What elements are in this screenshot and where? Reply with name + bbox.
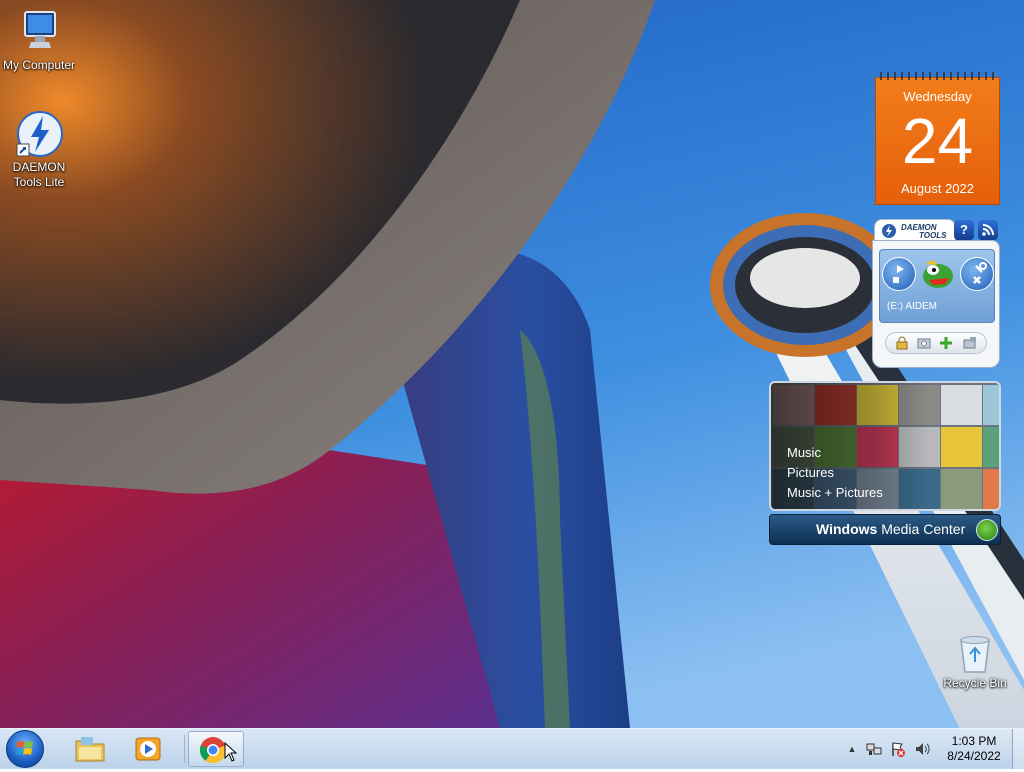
lock-button[interactable]: [894, 336, 910, 350]
desktop-icon-daemon-tools[interactable]: DAEMON Tools Lite: [0, 110, 78, 190]
plus-icon: [940, 337, 952, 349]
rss-button[interactable]: [978, 220, 998, 240]
settings-eject-button[interactable]: [960, 257, 994, 291]
add-drive-button[interactable]: [938, 336, 954, 350]
daemon-tools-icon: [15, 110, 63, 158]
network-icon[interactable]: [866, 741, 882, 757]
clock-time: 1:03 PM: [951, 734, 997, 748]
taskbar-file-explorer[interactable]: [62, 731, 118, 767]
image-catalog-button[interactable]: [916, 336, 932, 350]
wmc-menu-music-pictures[interactable]: Music + Pictures: [787, 485, 883, 500]
daemon-logo-text: DAEMON TOOLS: [901, 223, 947, 240]
action-center-flag-icon[interactable]: [890, 741, 906, 757]
wmc-title: Windows Media Center: [816, 521, 966, 537]
calendar-day-number: 24: [901, 105, 974, 177]
recycle-bin-icon: [955, 632, 995, 674]
desktop-icon-label: DAEMON Tools Lite: [12, 160, 66, 189]
system-clock[interactable]: 1:03 PM 8/24/2022: [934, 734, 1014, 764]
volume-icon[interactable]: [914, 741, 930, 757]
calendar-page: Wednesday 24 August 2022: [875, 77, 1000, 205]
daemon-virtual-drive: (E:) AIDEM: [879, 249, 995, 323]
virtual-drive-label: (E:) AIDEM: [887, 301, 938, 312]
daemon-toolbar: [885, 332, 987, 354]
drive-image-icon: [917, 338, 931, 349]
daemon-mascot-icon: [919, 256, 957, 292]
show-desktop-button[interactable]: [1012, 729, 1024, 769]
remove-drive-button[interactable]: [962, 336, 978, 350]
media-player-icon: [135, 737, 161, 761]
chrome-icon: [199, 737, 227, 764]
mount-play-button[interactable]: [882, 257, 916, 291]
taskbar: ▲ 1:03 PM 8/24/2022: [0, 728, 1024, 769]
rss-icon: [982, 224, 994, 236]
windows-logo-icon: [976, 519, 998, 541]
play-stop-icon: [893, 265, 904, 283]
media-center-thumbnails: Music Pictures Music + Pictures: [769, 381, 1001, 511]
windows-flag-icon: [16, 741, 33, 755]
desktop-icon-my-computer[interactable]: My Computer: [0, 8, 78, 73]
taskbar-chrome[interactable]: [188, 731, 244, 767]
lock-icon: [896, 336, 908, 350]
show-hidden-icons-button[interactable]: ▲: [844, 741, 860, 757]
daemon-logo-tab: DAEMON TOOLS: [874, 219, 956, 242]
desktop-icon-recycle-bin[interactable]: Recycle Bin: [936, 632, 1014, 691]
wmc-menu-pictures[interactable]: Pictures: [787, 465, 834, 480]
media-center-gadget[interactable]: Music Pictures Music + Pictures Windows …: [769, 381, 1001, 546]
taskbar-separator: [184, 735, 185, 763]
calendar-gadget[interactable]: Wednesday 24 August 2022: [875, 69, 1000, 205]
taskbar-media-player[interactable]: [120, 731, 176, 767]
daemon-tools-gadget[interactable]: DAEMON TOOLS ? (E:) AIDEM: [872, 219, 1002, 369]
computer-icon: [15, 8, 63, 56]
wmc-menu-music[interactable]: Music: [787, 445, 821, 460]
desktop-icon-label: Recycle Bin: [943, 676, 1007, 690]
daemon-logo-icon: [882, 224, 896, 238]
desktop-icon-label: My Computer: [2, 58, 76, 72]
calendar-weekday: Wednesday: [903, 89, 972, 104]
mouse-cursor-icon: [224, 742, 238, 762]
wrench-close-icon: [973, 262, 987, 284]
calendar-month-year: August 2022: [900, 181, 974, 196]
daemon-panel: (E:) AIDEM: [872, 240, 1000, 368]
wmc-launch-bar[interactable]: Windows Media Center: [769, 514, 1001, 545]
start-button[interactable]: [6, 730, 44, 768]
clock-date: 8/24/2022: [947, 749, 1001, 763]
calendar-binding-rings: [880, 72, 994, 80]
help-button[interactable]: ?: [954, 220, 974, 240]
drive-lock-icon: [963, 337, 976, 349]
folder-icon: [75, 737, 105, 762]
